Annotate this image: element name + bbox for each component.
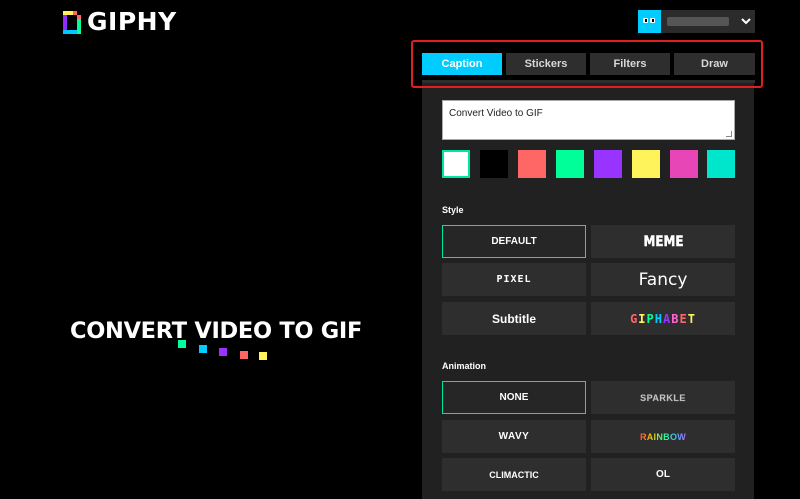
style-pixel-button[interactable]: PIXEL	[442, 263, 586, 296]
caption-textarea[interactable]: Convert Video to GIF	[442, 100, 735, 140]
loading-dot	[259, 352, 267, 360]
loading-dot	[199, 345, 207, 353]
animation-label: Animation	[442, 361, 486, 371]
avatar	[638, 10, 661, 33]
style-fancy-button[interactable]: Fancy	[591, 263, 735, 296]
tabs-highlight-box	[411, 40, 763, 88]
animation-ol-button[interactable]: OL	[591, 458, 735, 491]
style-subtitle-button[interactable]: Subtitle	[442, 302, 586, 335]
animation-climactic-button[interactable]: CLIMACTIC	[442, 458, 586, 491]
resize-handle-icon[interactable]	[726, 131, 732, 137]
color-swatch[interactable]	[632, 150, 660, 178]
loading-dot	[178, 340, 186, 348]
color-swatch[interactable]	[442, 150, 470, 178]
loading-dot	[240, 351, 248, 359]
animation-none-button[interactable]: NONE	[442, 381, 586, 414]
style-default-button[interactable]: DEFAULT	[442, 225, 586, 258]
color-swatch[interactable]	[556, 150, 584, 178]
style-label: Style	[442, 205, 464, 215]
color-swatch[interactable]	[518, 150, 546, 178]
username-redacted	[667, 17, 729, 26]
giphy-logo[interactable]: GIPHY	[63, 7, 177, 36]
giphy-logo-icon	[63, 10, 81, 34]
animation-rainbow-button[interactable]: RAINBOW	[591, 420, 735, 453]
color-swatch[interactable]	[480, 150, 508, 178]
color-swatch[interactable]	[670, 150, 698, 178]
animation-wavy-button[interactable]: WAVY	[442, 420, 586, 453]
loading-dot	[219, 348, 227, 356]
chevron-down-icon[interactable]	[737, 16, 755, 28]
animation-sparkle-button[interactable]: SPARKLE	[591, 381, 735, 414]
color-swatch[interactable]	[707, 150, 735, 178]
logo-text: GIPHY	[87, 7, 177, 36]
user-menu[interactable]	[638, 10, 755, 33]
style-giphabet-button[interactable]: GIPHABET	[591, 302, 735, 335]
color-swatch[interactable]	[594, 150, 622, 178]
page-title: CONVERT VIDEO TO GIF	[70, 318, 363, 344]
style-meme-button[interactable]: MEME	[591, 225, 735, 258]
giphabet-label: GIPHABET	[630, 311, 696, 326]
